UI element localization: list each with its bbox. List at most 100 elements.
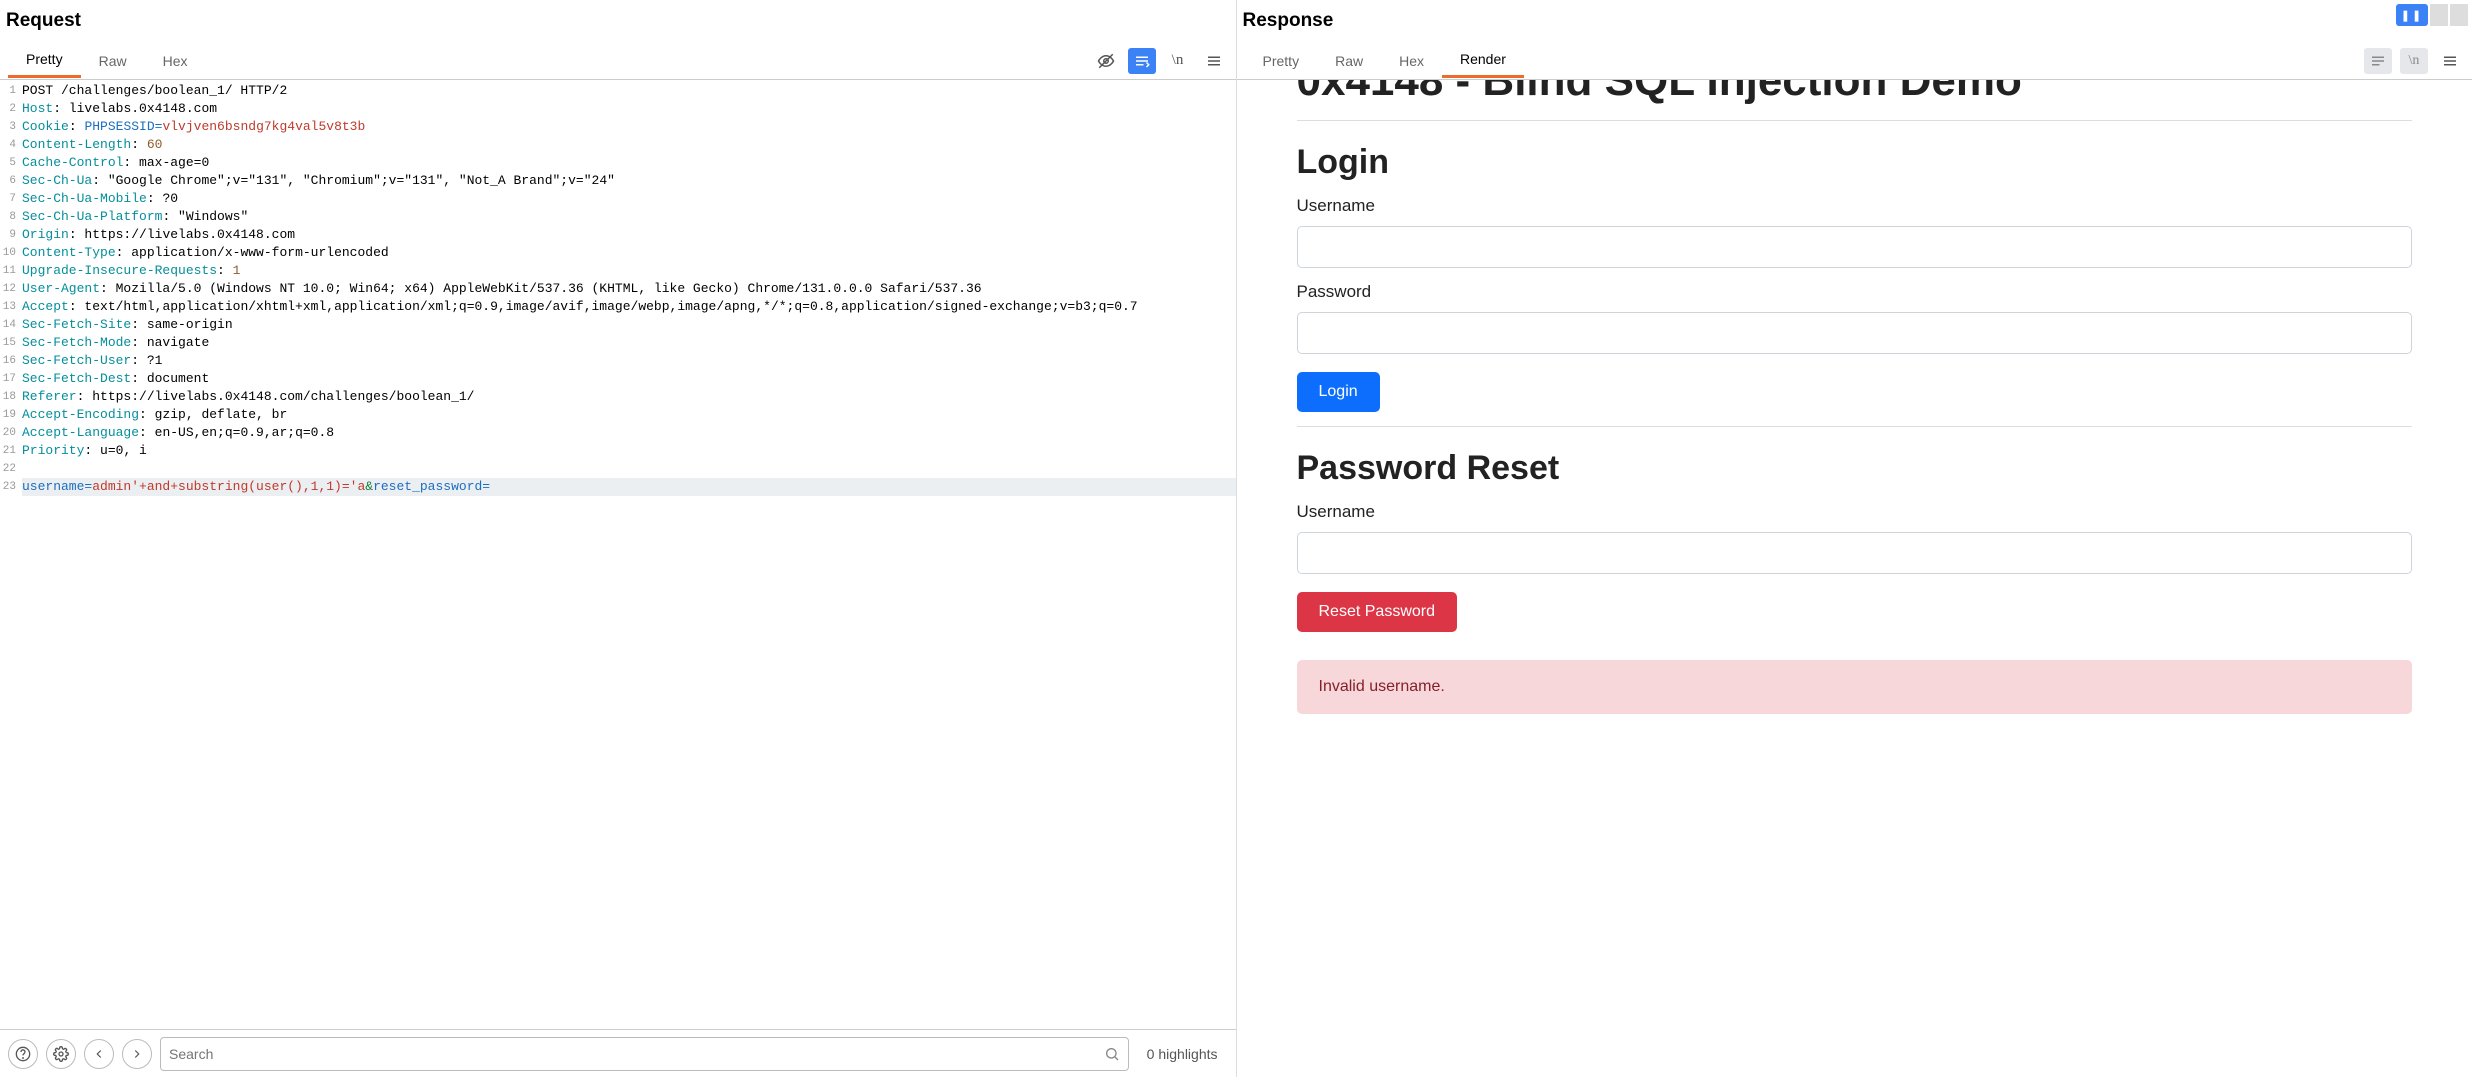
response-wrap-icon[interactable]	[2364, 48, 2392, 74]
response-render-view: 0x4148 - Blind SQL Injection Demo Login …	[1237, 80, 2472, 1077]
line-content[interactable]: Priority: u=0, i	[22, 442, 1236, 460]
code-line[interactable]: 6Sec-Ch-Ua: "Google Chrome";v="131", "Ch…	[0, 172, 1236, 190]
code-line[interactable]: 5Cache-Control: max-age=0	[0, 154, 1236, 172]
line-number: 1	[0, 82, 22, 100]
line-number: 12	[0, 280, 22, 298]
code-line[interactable]: 15Sec-Fetch-Mode: navigate	[0, 334, 1236, 352]
alert-message: Invalid username.	[1297, 660, 2413, 714]
line-number: 4	[0, 136, 22, 154]
line-number: 5	[0, 154, 22, 172]
divider	[1297, 426, 2413, 427]
page-heading: 0x4148 - Blind SQL Injection Demo	[1297, 80, 2413, 106]
code-line[interactable]: 13Accept: text/html,application/xhtml+xm…	[0, 298, 1236, 316]
line-content[interactable]: Referer: https://livelabs.0x4148.com/cha…	[22, 388, 1236, 406]
request-editor[interactable]: 1POST /challenges/boolean_1/ HTTP/22Host…	[0, 80, 1236, 1029]
search-box[interactable]	[160, 1037, 1129, 1071]
line-number: 13	[0, 298, 22, 316]
code-line[interactable]: 19Accept-Encoding: gzip, deflate, br	[0, 406, 1236, 424]
line-content[interactable]: Sec-Fetch-Mode: navigate	[22, 334, 1236, 352]
line-number: 14	[0, 316, 22, 334]
line-number: 22	[0, 460, 22, 478]
reset-username-label: Username	[1297, 502, 2413, 522]
tab-pretty[interactable]: Pretty	[8, 43, 81, 78]
code-line[interactable]: 12User-Agent: Mozilla/5.0 (Windows NT 10…	[0, 280, 1236, 298]
line-content[interactable]: Origin: https://livelabs.0x4148.com	[22, 226, 1236, 244]
previous-icon[interactable]	[84, 1039, 114, 1069]
code-line[interactable]: 16Sec-Fetch-User: ?1	[0, 352, 1236, 370]
reset-password-button[interactable]: Reset Password	[1297, 592, 1458, 632]
code-line[interactable]: 14Sec-Fetch-Site: same-origin	[0, 316, 1236, 334]
code-line[interactable]: 20Accept-Language: en-US,en;q=0.9,ar;q=0…	[0, 424, 1236, 442]
line-content[interactable]: Content-Length: 60	[22, 136, 1236, 154]
line-content[interactable]: Upgrade-Insecure-Requests: 1	[22, 262, 1236, 280]
response-tab-raw[interactable]: Raw	[1317, 45, 1381, 77]
line-content[interactable]: Sec-Fetch-Site: same-origin	[22, 316, 1236, 334]
highlight-count: 0 highlights	[1137, 1046, 1228, 1062]
response-tab-render[interactable]: Render	[1442, 43, 1524, 78]
request-panel: Request Pretty Raw Hex \n 1POST /challen…	[0, 0, 1237, 1077]
response-panel: ❚❚ Response Pretty Raw Hex Render \n 0x4…	[1237, 0, 2472, 1077]
wrap-lines-icon[interactable]	[1128, 48, 1156, 74]
code-line[interactable]: 23username=admin'+and+substring(user(),1…	[0, 478, 1236, 496]
line-number: 20	[0, 424, 22, 442]
login-button[interactable]: Login	[1297, 372, 1380, 412]
tab-hex[interactable]: Hex	[145, 45, 206, 77]
line-content[interactable]: Sec-Fetch-Dest: document	[22, 370, 1236, 388]
line-number: 16	[0, 352, 22, 370]
line-number: 7	[0, 190, 22, 208]
line-number: 3	[0, 118, 22, 136]
request-menu-icon[interactable]	[1200, 48, 1228, 74]
help-icon[interactable]	[8, 1039, 38, 1069]
line-content[interactable]: Cookie: PHPSESSID=vlvjven6bsndg7kg4val5v…	[22, 118, 1236, 136]
next-icon[interactable]	[122, 1039, 152, 1069]
divider	[1297, 120, 2413, 121]
newline-toggle-icon[interactable]: \n	[1164, 48, 1192, 74]
code-line[interactable]: 18Referer: https://livelabs.0x4148.com/c…	[0, 388, 1236, 406]
response-title: Response	[1237, 0, 2472, 42]
line-content[interactable]: User-Agent: Mozilla/5.0 (Windows NT 10.0…	[22, 280, 1236, 298]
pause-icon[interactable]: ❚❚	[2396, 4, 2428, 26]
code-line[interactable]: 10Content-Type: application/x-www-form-u…	[0, 244, 1236, 262]
search-input[interactable]	[169, 1046, 1104, 1062]
layout-toggle-2-icon[interactable]	[2450, 4, 2468, 26]
settings-icon[interactable]	[46, 1039, 76, 1069]
code-line[interactable]: 1POST /challenges/boolean_1/ HTTP/2	[0, 82, 1236, 100]
code-line[interactable]: 17Sec-Fetch-Dest: document	[0, 370, 1236, 388]
code-line[interactable]: 21Priority: u=0, i	[0, 442, 1236, 460]
line-content[interactable]: username=admin'+and+substring(user(),1,1…	[22, 478, 1236, 496]
tab-raw[interactable]: Raw	[81, 45, 145, 77]
code-line[interactable]: 7Sec-Ch-Ua-Mobile: ?0	[0, 190, 1236, 208]
response-newline-icon[interactable]: \n	[2400, 48, 2428, 74]
code-line[interactable]: 9Origin: https://livelabs.0x4148.com	[0, 226, 1236, 244]
line-number: 18	[0, 388, 22, 406]
line-content[interactable]: Host: livelabs.0x4148.com	[22, 100, 1236, 118]
layout-toggle-1-icon[interactable]	[2430, 4, 2448, 26]
line-content[interactable]: Accept-Encoding: gzip, deflate, br	[22, 406, 1236, 424]
line-number: 2	[0, 100, 22, 118]
response-tab-pretty[interactable]: Pretty	[1245, 45, 1318, 77]
line-content[interactable]: Sec-Ch-Ua-Platform: "Windows"	[22, 208, 1236, 226]
code-line[interactable]: 4Content-Length: 60	[0, 136, 1236, 154]
line-content[interactable]: Sec-Fetch-User: ?1	[22, 352, 1236, 370]
line-content[interactable]: Accept-Language: en-US,en;q=0.9,ar;q=0.8	[22, 424, 1236, 442]
line-content[interactable]: POST /challenges/boolean_1/ HTTP/2	[22, 82, 1236, 100]
login-password-input[interactable]	[1297, 312, 2413, 354]
line-content[interactable]: Content-Type: application/x-www-form-url…	[22, 244, 1236, 262]
response-tab-bar: Pretty Raw Hex Render \n	[1237, 42, 2472, 80]
line-number: 23	[0, 478, 22, 496]
code-line[interactable]: 11Upgrade-Insecure-Requests: 1	[0, 262, 1236, 280]
line-content[interactable]: Cache-Control: max-age=0	[22, 154, 1236, 172]
line-content[interactable]	[22, 460, 1236, 478]
code-line[interactable]: 22	[0, 460, 1236, 478]
line-content[interactable]: Sec-Ch-Ua-Mobile: ?0	[22, 190, 1236, 208]
code-line[interactable]: 2Host: livelabs.0x4148.com	[0, 100, 1236, 118]
line-content[interactable]: Accept: text/html,application/xhtml+xml,…	[22, 298, 1236, 316]
login-username-input[interactable]	[1297, 226, 2413, 268]
toggle-visibility-icon[interactable]	[1092, 48, 1120, 74]
reset-username-input[interactable]	[1297, 532, 2413, 574]
line-content[interactable]: Sec-Ch-Ua: "Google Chrome";v="131", "Chr…	[22, 172, 1236, 190]
response-menu-icon[interactable]	[2436, 48, 2464, 74]
code-line[interactable]: 8Sec-Ch-Ua-Platform: "Windows"	[0, 208, 1236, 226]
code-line[interactable]: 3Cookie: PHPSESSID=vlvjven6bsndg7kg4val5…	[0, 118, 1236, 136]
response-tab-hex[interactable]: Hex	[1381, 45, 1442, 77]
